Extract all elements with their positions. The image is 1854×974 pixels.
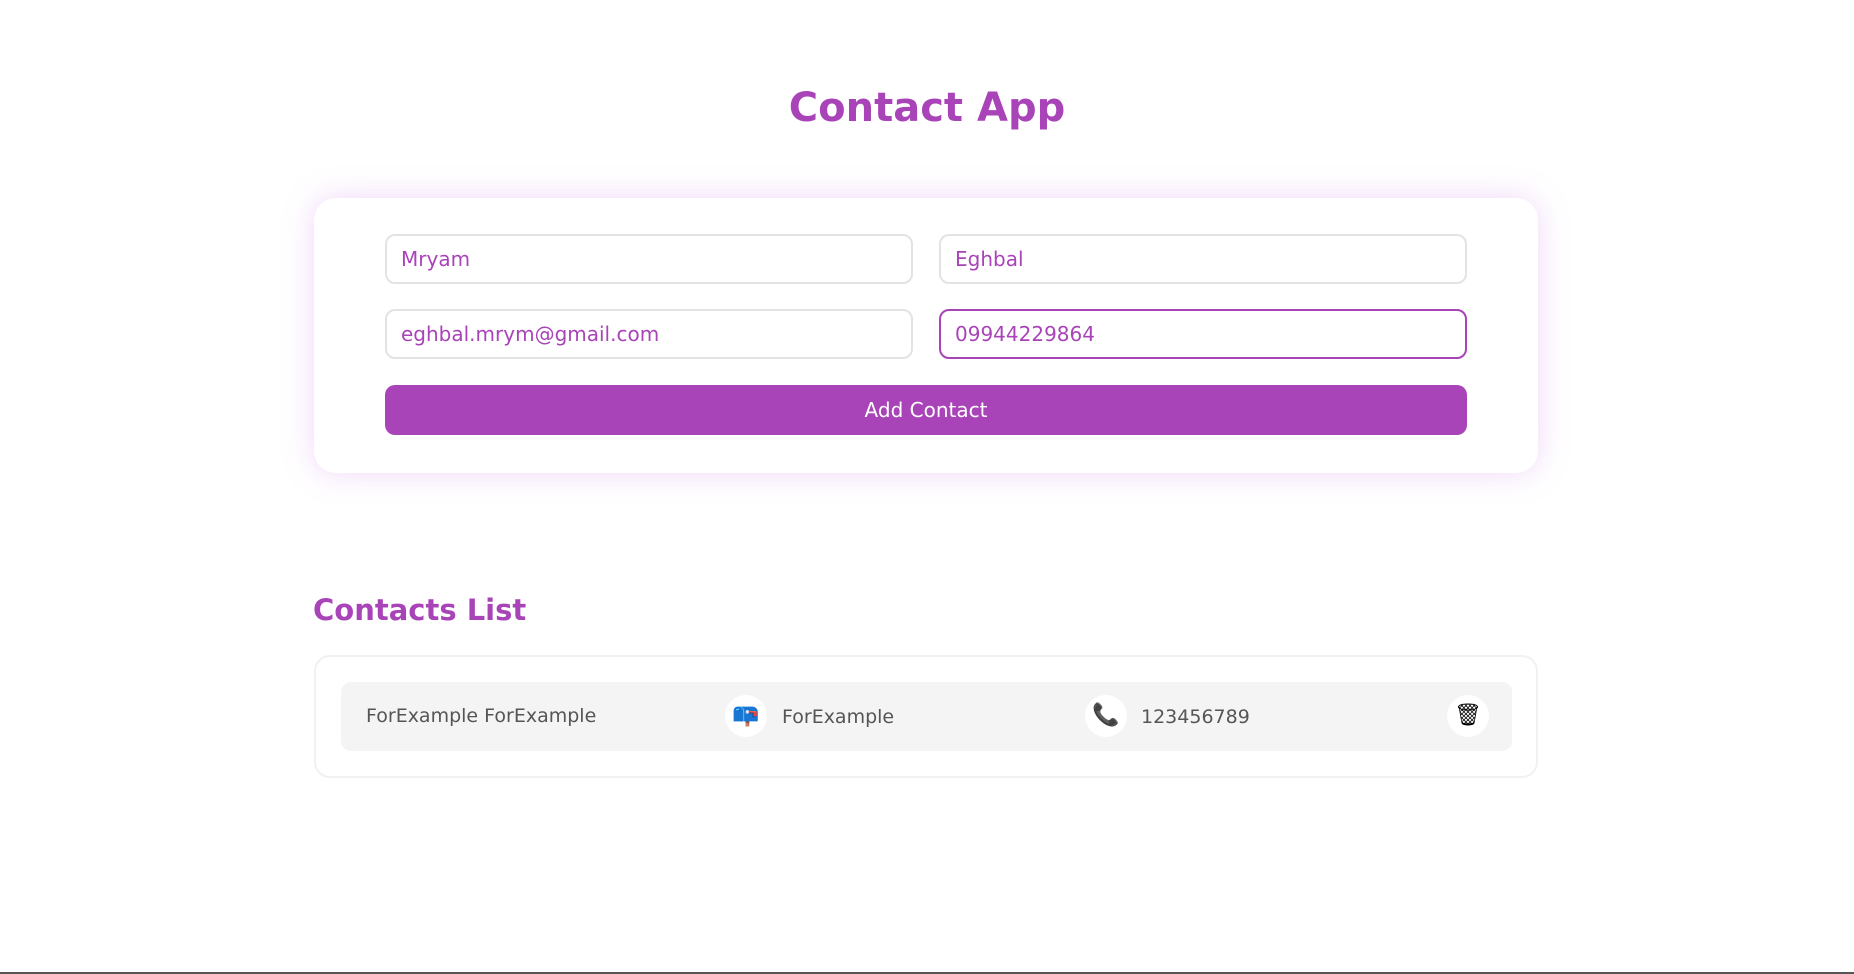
contact-name: ForExample ForExample [366, 705, 597, 727]
contact-form: Add Contact [314, 198, 1538, 473]
contact-app-page: Contact App Add Contact Contacts List Fo… [0, 0, 1854, 974]
contact-phone: 123456789 [1141, 706, 1250, 728]
phone-input[interactable] [939, 309, 1467, 359]
delete-contact-button[interactable]: 🗑 [1447, 695, 1489, 737]
contact-email: ForExample [782, 706, 895, 728]
mailbox-icon: 📪 [725, 695, 767, 737]
contacts-list: ForExample ForExample 📪 ForExample 📞 123… [314, 655, 1538, 778]
first-name-input[interactable] [385, 234, 913, 284]
add-contact-button[interactable]: Add Contact [385, 385, 1467, 435]
last-name-input[interactable] [939, 234, 1467, 284]
telephone-icon: 📞 [1085, 695, 1127, 737]
contacts-list-title: Contacts List [313, 593, 527, 627]
page-title: Contact App [788, 85, 1066, 131]
trash-icon: 🗑 [1454, 703, 1482, 728]
contact-list-item: ForExample ForExample 📪 ForExample 📞 123… [341, 682, 1512, 751]
email-input[interactable] [385, 309, 913, 359]
